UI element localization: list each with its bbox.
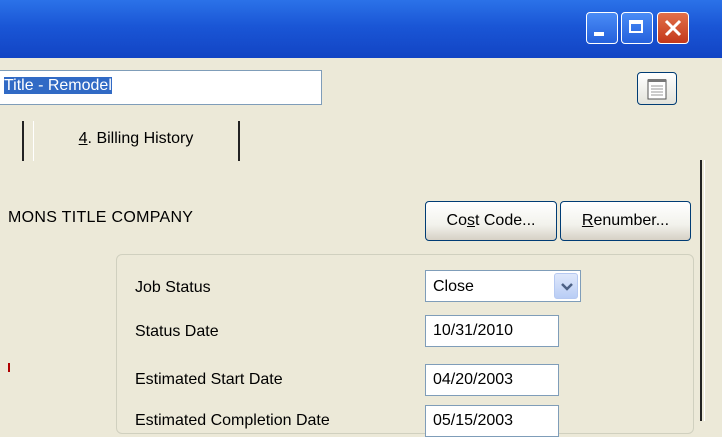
- job-name-value: Title - Remodel: [4, 77, 112, 94]
- cost-code-button[interactable]: Cost Code...: [425, 201, 557, 241]
- close-icon[interactable]: [657, 12, 689, 44]
- notes-button[interactable]: [637, 72, 677, 105]
- cost-code-mnemonic: s: [466, 212, 475, 229]
- company-name: MONS TITLE COMPANY: [8, 209, 194, 226]
- job-status-value: Close: [433, 278, 474, 295]
- renumber-button[interactable]: Renumber...: [560, 201, 691, 241]
- job-status-label: Job Status: [135, 279, 211, 296]
- tab-mnemonic: 4: [78, 130, 88, 147]
- tab-previous-edge[interactable]: [0, 121, 24, 161]
- renumber-mnemonic: R: [581, 212, 594, 229]
- est-start-date-label: Estimated Start Date: [135, 371, 283, 388]
- window-titlebar[interactable]: [0, 0, 722, 58]
- est-completion-date-input[interactable]: 05/15/2003: [425, 405, 559, 437]
- panel-border: [700, 160, 702, 421]
- panel-border-highlight: [704, 160, 705, 421]
- status-date-label: Status Date: [135, 323, 219, 340]
- chevron-down-icon[interactable]: [554, 273, 578, 299]
- minimize-icon[interactable]: [586, 12, 618, 44]
- job-name-input[interactable]: Title - Remodel: [0, 70, 322, 105]
- status-date-input[interactable]: 10/31/2010: [425, 315, 559, 347]
- tab-billing-history[interactable]: 4. Billing History: [33, 121, 240, 161]
- renumber-label: enumber...: [593, 212, 670, 229]
- job-status-select[interactable]: Close: [425, 270, 581, 302]
- est-completion-date-label: Estimated Completion Date: [135, 412, 330, 429]
- cost-code-label-b: t Code...: [474, 212, 536, 229]
- est-start-date-input[interactable]: 04/20/2003: [425, 364, 559, 396]
- notepad-icon: [647, 79, 667, 100]
- maximize-icon[interactable]: [621, 12, 653, 44]
- required-marker: [8, 363, 10, 372]
- cost-code-label-a: Co: [446, 212, 467, 229]
- tab-label: . Billing History: [87, 130, 194, 147]
